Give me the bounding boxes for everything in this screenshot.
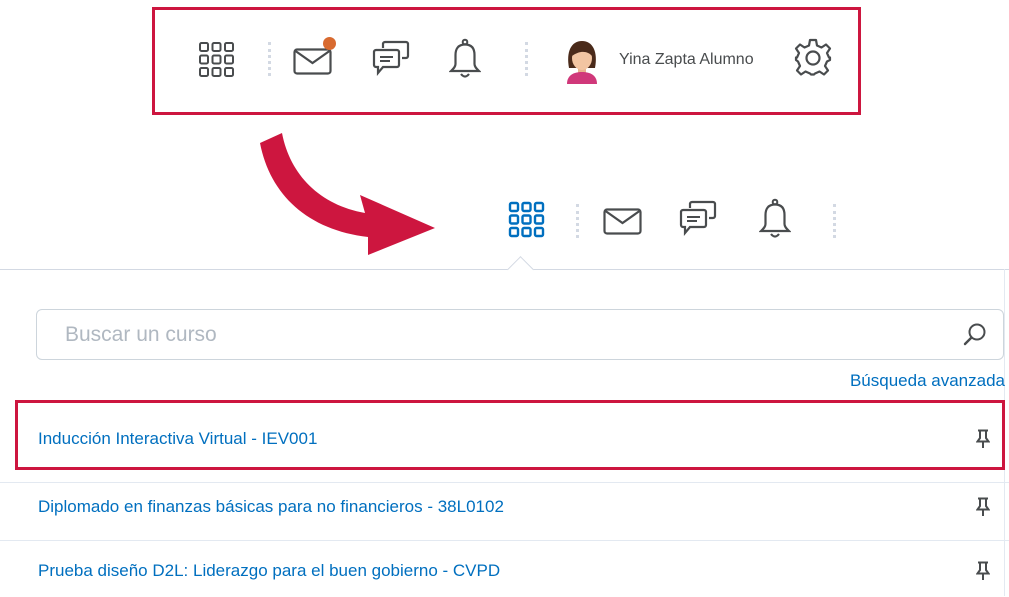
nav-separator	[268, 42, 271, 76]
pin-icon[interactable]	[976, 497, 990, 517]
notification-dot	[323, 37, 336, 50]
chat-icon[interactable]	[678, 200, 718, 240]
nav-separator	[833, 204, 836, 238]
row-divider	[0, 540, 1009, 541]
top-navbar-highlight	[152, 7, 861, 115]
grid-icon-active[interactable]	[508, 201, 545, 238]
bell-icon[interactable]	[449, 38, 481, 80]
advanced-search-link[interactable]: Búsqueda avanzada	[850, 371, 1005, 391]
course-search-box	[36, 309, 1004, 360]
course-item[interactable]: Diplomado en finanzas básicas para no fi…	[0, 483, 1009, 533]
envelope-icon[interactable]	[603, 208, 643, 236]
avatar[interactable]	[562, 38, 602, 84]
course-link[interactable]: Diplomado en finanzas básicas para no fi…	[38, 497, 504, 517]
grid-icon[interactable]	[198, 41, 235, 78]
selected-course-highlight	[15, 400, 1005, 470]
pin-icon[interactable]	[976, 561, 990, 581]
course-link[interactable]: Prueba diseño D2L: Liderazgo para el bue…	[38, 561, 500, 581]
nav-separator	[576, 204, 579, 238]
chat-icon[interactable]	[371, 40, 411, 80]
nav-separator	[525, 42, 528, 76]
search-icon[interactable]	[963, 322, 987, 346]
course-search-input[interactable]	[65, 310, 945, 359]
arrow-pointer	[260, 133, 435, 255]
bell-icon[interactable]	[759, 198, 791, 240]
user-name[interactable]: Yina Zapta Alumno	[619, 51, 754, 69]
gear-icon[interactable]	[793, 37, 833, 77]
envelope-icon[interactable]	[293, 48, 333, 76]
course-item[interactable]: Prueba diseño D2L: Liderazgo para el bue…	[0, 547, 1009, 597]
